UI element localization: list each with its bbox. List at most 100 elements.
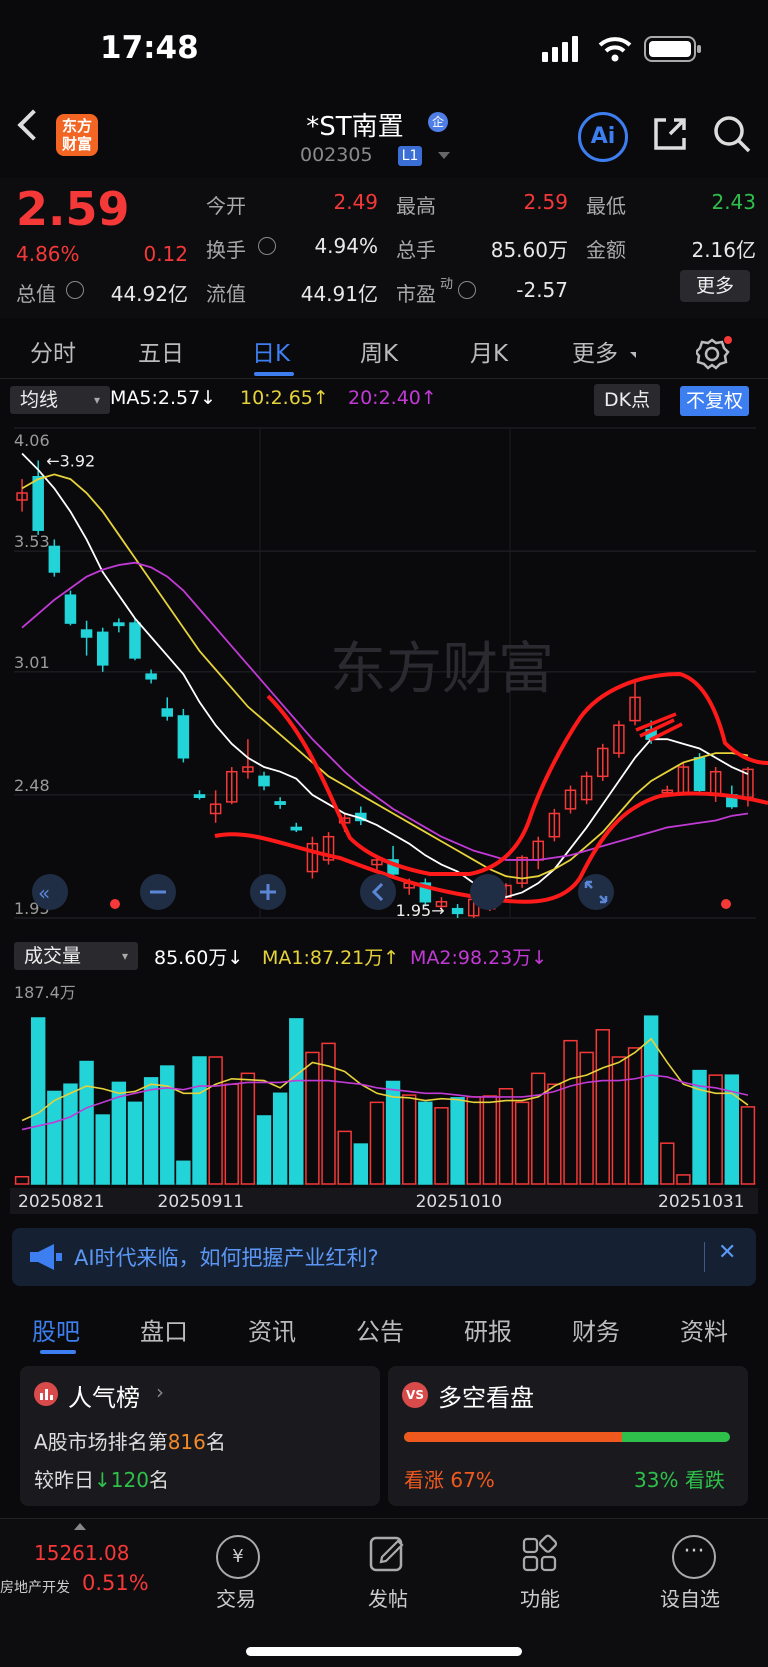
volume-ma1: MA1:87.21万↑ <box>262 947 400 969</box>
tab-news[interactable]: 资讯 <box>248 1312 296 1347</box>
add-watchlist-label[interactable]: 设自选 <box>660 1583 720 1612</box>
more-button[interactable]: 更多 <box>680 270 750 302</box>
status-time: 17:48 <box>100 30 199 66</box>
y-tick-label: 2.48 <box>14 776 50 795</box>
volume-bar <box>434 1107 449 1185</box>
enterprise-badge-icon: 企 <box>428 112 448 132</box>
signal-icon <box>542 36 578 62</box>
info-icon[interactable] <box>66 281 84 299</box>
functions-label[interactable]: 功能 <box>520 1583 560 1612</box>
info-icon[interactable] <box>258 237 276 255</box>
battery-icon <box>644 36 701 62</box>
tab-orderbook[interactable]: 盘口 <box>140 1312 188 1347</box>
more-dots-icon[interactable]: ··· <box>672 1535 716 1579</box>
volume-bar <box>79 1060 94 1185</box>
volume-bar <box>595 1029 610 1185</box>
volume-bar <box>498 1087 514 1185</box>
search-icon[interactable] <box>712 114 752 154</box>
post-label[interactable]: 发帖 <box>368 1583 408 1612</box>
tab-monthly-k[interactable]: 月K <box>470 334 508 368</box>
candle-body <box>64 594 77 624</box>
high-value: 2.59 <box>523 190 568 214</box>
volume-bar <box>660 1142 675 1185</box>
settings-gear-icon[interactable] <box>696 336 732 372</box>
ma-selector[interactable]: 均线 ▾ <box>10 386 110 414</box>
candle-body <box>290 826 303 831</box>
volume-bar <box>14 1175 30 1185</box>
open-value: 2.49 <box>333 190 378 214</box>
tab-five-day[interactable]: 五日 <box>138 334 184 368</box>
chart-area: 均线 ▾ MA5:2.57↓ 10:2.65↑ 20:2.40↑ DK点 不复权 … <box>0 382 768 1222</box>
volume-bar <box>305 1051 320 1185</box>
tab-financials[interactable]: 财务 <box>572 1312 620 1347</box>
status-bar: 17:48 <box>0 0 768 100</box>
volume-bar <box>272 1092 288 1185</box>
share-icon[interactable] <box>650 114 690 154</box>
x-date-label: 20250911 <box>158 1192 245 1212</box>
tab-announcements[interactable]: 公告 <box>356 1312 404 1347</box>
volume-value: 85.60万 <box>490 238 568 262</box>
functions-icon[interactable] <box>520 1533 560 1577</box>
dk-point-button[interactable]: DK点 <box>594 384 661 416</box>
tab-intraday[interactable]: 分时 <box>30 334 76 368</box>
tab-forum[interactable]: 股吧 <box>32 1312 80 1347</box>
rank-change-line: 较昨日↓120名 <box>34 1468 169 1492</box>
index-value[interactable]: 15261.08 <box>34 1541 129 1565</box>
date-axis-band <box>10 1188 758 1214</box>
adjust-button[interactable]: 不复权 <box>680 386 750 416</box>
pe-value: -2.57 <box>516 278 568 302</box>
candle-body <box>161 708 173 717</box>
marker-dot <box>721 899 731 909</box>
post-icon[interactable] <box>368 1533 408 1577</box>
volume-bar <box>579 1051 594 1185</box>
bottom-toolbar: 15261.08 房地产开发 0.51% ¥ 交易 发帖 功能 ··· 设自选 <box>0 1518 768 1667</box>
bull-label: 看涨 67% <box>404 1468 495 1492</box>
volume-bar <box>143 1077 159 1185</box>
candle-body <box>48 545 61 573</box>
volume-indicator-selector[interactable]: 成交量 ▾ <box>14 942 138 970</box>
candle-body <box>274 801 286 805</box>
change-value: 0.12 <box>143 242 188 266</box>
candle-body <box>80 629 93 638</box>
x-date-label: 20251031 <box>658 1192 745 1212</box>
info-tabs: 股吧 盘口 资讯 公告 研报 财务 资料 <box>0 1300 768 1360</box>
ai-button[interactable]: Ai <box>578 112 628 162</box>
mktcap-label: 总值 <box>16 282 56 306</box>
stock-header: 东方 财富 *ST南置 企 002305 L1 Ai <box>0 100 768 176</box>
back-button[interactable] <box>17 109 49 141</box>
ad-banner[interactable]: AI时代来临，如何把握产业红利? ✕ <box>12 1228 756 1286</box>
sentiment-card[interactable]: VS 多空看盘 看涨 67% 33% 看跌 <box>388 1366 748 1506</box>
candlestick-chart[interactable]: 4.063.533.012.481.95 东方财富 ←3.921.95→ « <box>0 418 768 938</box>
candle-body <box>193 794 206 798</box>
level-badge[interactable]: L1 <box>398 146 422 166</box>
tab-daily-k[interactable]: 日K <box>252 334 290 368</box>
tab-profile[interactable]: 资料 <box>680 1312 728 1347</box>
chart-controls: « <box>32 874 731 910</box>
tab-weekly-k[interactable]: 周K <box>360 334 398 368</box>
volume-bar <box>224 1083 239 1185</box>
volume-bar <box>95 1114 110 1185</box>
volume-bar <box>514 1101 530 1185</box>
popularity-card[interactable]: 人气榜 › A股市场排名第816名 较昨日↓120名 <box>20 1366 380 1506</box>
fullscreen-button[interactable] <box>578 874 614 910</box>
tab-more[interactable]: 更多 <box>572 334 618 368</box>
scroll-right-button[interactable] <box>470 874 506 910</box>
chevron-down-icon[interactable] <box>438 152 450 159</box>
x-date-label: 20251010 <box>416 1192 503 1212</box>
trade-label[interactable]: 交易 <box>216 1583 256 1612</box>
volume-bar <box>176 1160 191 1185</box>
volume-bar <box>256 1115 272 1185</box>
scroll-left-button[interactable] <box>360 874 396 910</box>
tab-research[interactable]: 研报 <box>464 1312 512 1347</box>
candle-body <box>177 715 190 759</box>
sentiment-bar <box>404 1432 730 1442</box>
ad-close-button[interactable]: ✕ <box>718 1240 736 1265</box>
volume-ma2: MA2:98.23万↓ <box>410 947 548 969</box>
candle-body <box>451 907 464 915</box>
volume-chart[interactable]: 187.4万 20250821 20250911 20251010 20251031 <box>0 974 768 1214</box>
volume-bar <box>482 1095 498 1185</box>
chevron-up-icon[interactable] <box>74 1523 86 1530</box>
volume-bar <box>401 1094 417 1185</box>
trade-icon[interactable]: ¥ <box>216 1535 260 1579</box>
volume-bar <box>611 1056 627 1185</box>
